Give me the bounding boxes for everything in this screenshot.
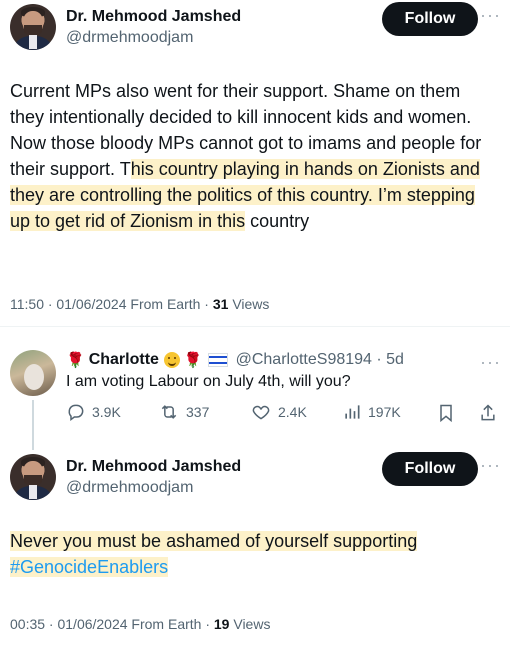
share-icon [481, 404, 495, 421]
views-count-2: 19 [213, 616, 230, 632]
reply-author-name[interactable]: Charlotte [89, 351, 159, 369]
more-options-icon-2[interactable]: ··· [480, 455, 501, 476]
repost-action[interactable]: 337 [158, 402, 209, 422]
thread-line [32, 400, 34, 450]
flag-icon [207, 353, 228, 367]
reply-action[interactable]: 3.9K [66, 402, 121, 422]
tweet-timestamp[interactable]: 11:50 · 01/06/2024 From Earth · 31 Views [10, 296, 269, 312]
timestamp-text-2: 00:35 · 01/06/2024 From Earth · [10, 616, 214, 632]
reply-count: 3.9K [92, 404, 121, 420]
share-button[interactable] [478, 402, 498, 429]
views-count: 31 [212, 296, 229, 312]
reply-header: 🌹 Charlotte 🌹 @CharlotteS98194 · 5d [66, 351, 404, 369]
reply-more-icon[interactable]: ··· [480, 352, 501, 373]
tweet-text-end: country [245, 211, 310, 231]
like-count: 2.4K [278, 404, 307, 420]
author-avatar-2[interactable] [10, 454, 56, 500]
bookmark-icon [440, 404, 452, 423]
author-handle-2[interactable]: @drmehmoodjam [66, 479, 193, 497]
tweet-text: Current MPs also went for their support.… [10, 78, 498, 234]
reply-avatar[interactable] [10, 350, 56, 396]
follow-button-2[interactable]: Follow [382, 452, 478, 486]
views-count-reply: 197K [368, 404, 401, 420]
follow-button[interactable]: Follow [382, 2, 478, 36]
reply-handle-time[interactable]: @CharlotteS98194 · 5d [236, 351, 404, 369]
repost-count: 337 [186, 404, 210, 420]
tweet-timestamp-2[interactable]: 00:35 · 01/06/2024 From Earth · 19 Views [10, 616, 270, 632]
views-label: Views [228, 296, 270, 312]
author-name-2[interactable]: Dr. Mehmood Jamshed [66, 458, 241, 476]
smile-icon [163, 352, 180, 368]
author-avatar[interactable] [10, 4, 56, 50]
more-options-icon[interactable]: ··· [480, 5, 501, 26]
author-name[interactable]: Dr. Mehmood Jamshed [66, 8, 241, 26]
rose-icon: 🌹 [66, 352, 85, 369]
author-handle[interactable]: @drmehmoodjam [66, 29, 193, 47]
heart-icon [252, 405, 270, 420]
bookmark-button[interactable] [436, 402, 456, 429]
rose-icon-2: 🌹 [183, 352, 203, 369]
timestamp-text: 11:50 · 01/06/2024 From Earth · [10, 296, 213, 312]
views-action[interactable]: 197K [342, 402, 401, 422]
divider [0, 326, 510, 327]
like-action[interactable]: 2.4K [250, 402, 307, 422]
repost-icon [161, 405, 177, 419]
reply-text: I am voting Labour on July 4th, will you… [66, 373, 351, 390]
comment-icon [68, 404, 84, 421]
tweet-text-2: Never you must be ashamed of yourself su… [10, 528, 498, 580]
analytics-icon [345, 405, 360, 419]
tweet-text-2-main: Never you must be ashamed of yourself su… [10, 531, 418, 551]
hashtag-link[interactable]: #GenocideEnablers [10, 557, 169, 577]
views-label-2: Views [229, 616, 271, 632]
